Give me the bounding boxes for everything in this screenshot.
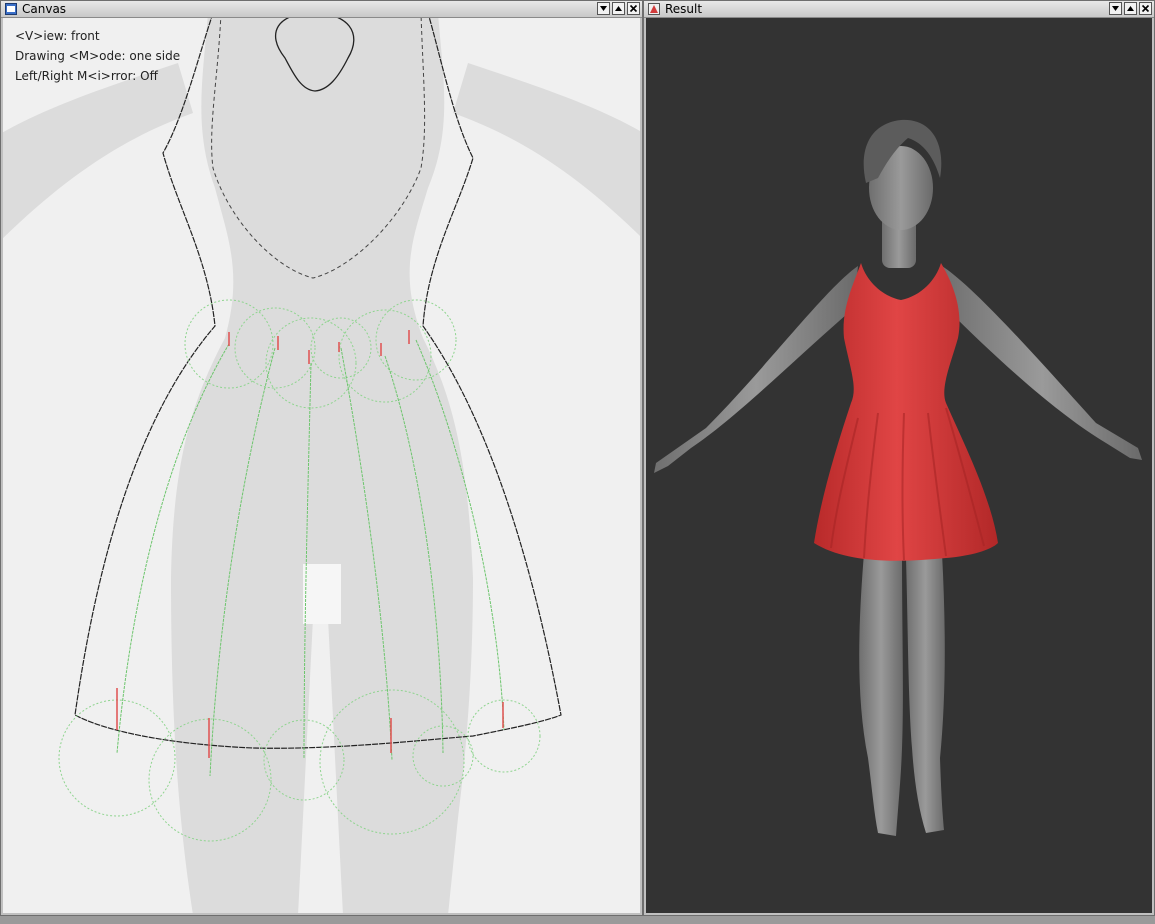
maximize-icon <box>1127 6 1134 11</box>
sketch-drawing[interactable] <box>3 18 640 913</box>
hem-circle-6[interactable] <box>467 699 541 773</box>
result-render[interactable] <box>646 18 1152 913</box>
result-window: Result <box>643 0 1155 916</box>
canvas-window: Canvas <V>iew: front Drawing <M>ode: one… <box>0 0 643 916</box>
canvas-app-icon <box>5 3 17 15</box>
result-3d-view[interactable] <box>646 18 1152 913</box>
minimize-icon <box>1112 6 1119 11</box>
right-leg <box>906 553 945 833</box>
close-icon <box>629 4 638 13</box>
minimize-button[interactable] <box>1109 2 1122 15</box>
left-arm-silhouette <box>3 63 193 239</box>
maximize-button[interactable] <box>1124 2 1137 15</box>
minimize-button[interactable] <box>597 2 610 15</box>
left-leg <box>859 553 903 836</box>
bottom-strip <box>0 916 1155 924</box>
canvas-titlebar[interactable]: Canvas <box>1 1 642 18</box>
left-arm <box>654 266 858 473</box>
right-arm-silhouette <box>453 63 640 237</box>
drawing-mode-label: Drawing <M>ode: one side <box>15 49 181 63</box>
view-mode-label: <V>iew: front <box>15 29 100 43</box>
result-titlebar[interactable]: Result <box>644 1 1154 18</box>
maximize-icon <box>615 6 622 11</box>
close-button[interactable] <box>1139 2 1152 15</box>
result-app-icon <box>648 3 660 15</box>
mirror-mode-label: Left/Right M<i>rror: Off <box>15 69 158 83</box>
close-button[interactable] <box>627 2 640 15</box>
close-icon <box>1141 4 1150 13</box>
canvas-hud: <V>iew: front Drawing <M>ode: one side L… <box>15 26 180 86</box>
canvas-window-title: Canvas <box>22 2 67 16</box>
maximize-button[interactable] <box>612 2 625 15</box>
sketch-canvas[interactable]: <V>iew: front Drawing <M>ode: one side L… <box>3 18 640 913</box>
minimize-icon <box>600 6 607 11</box>
result-window-title: Result <box>665 2 703 16</box>
right-arm <box>942 266 1142 460</box>
leg-gap <box>303 564 341 624</box>
